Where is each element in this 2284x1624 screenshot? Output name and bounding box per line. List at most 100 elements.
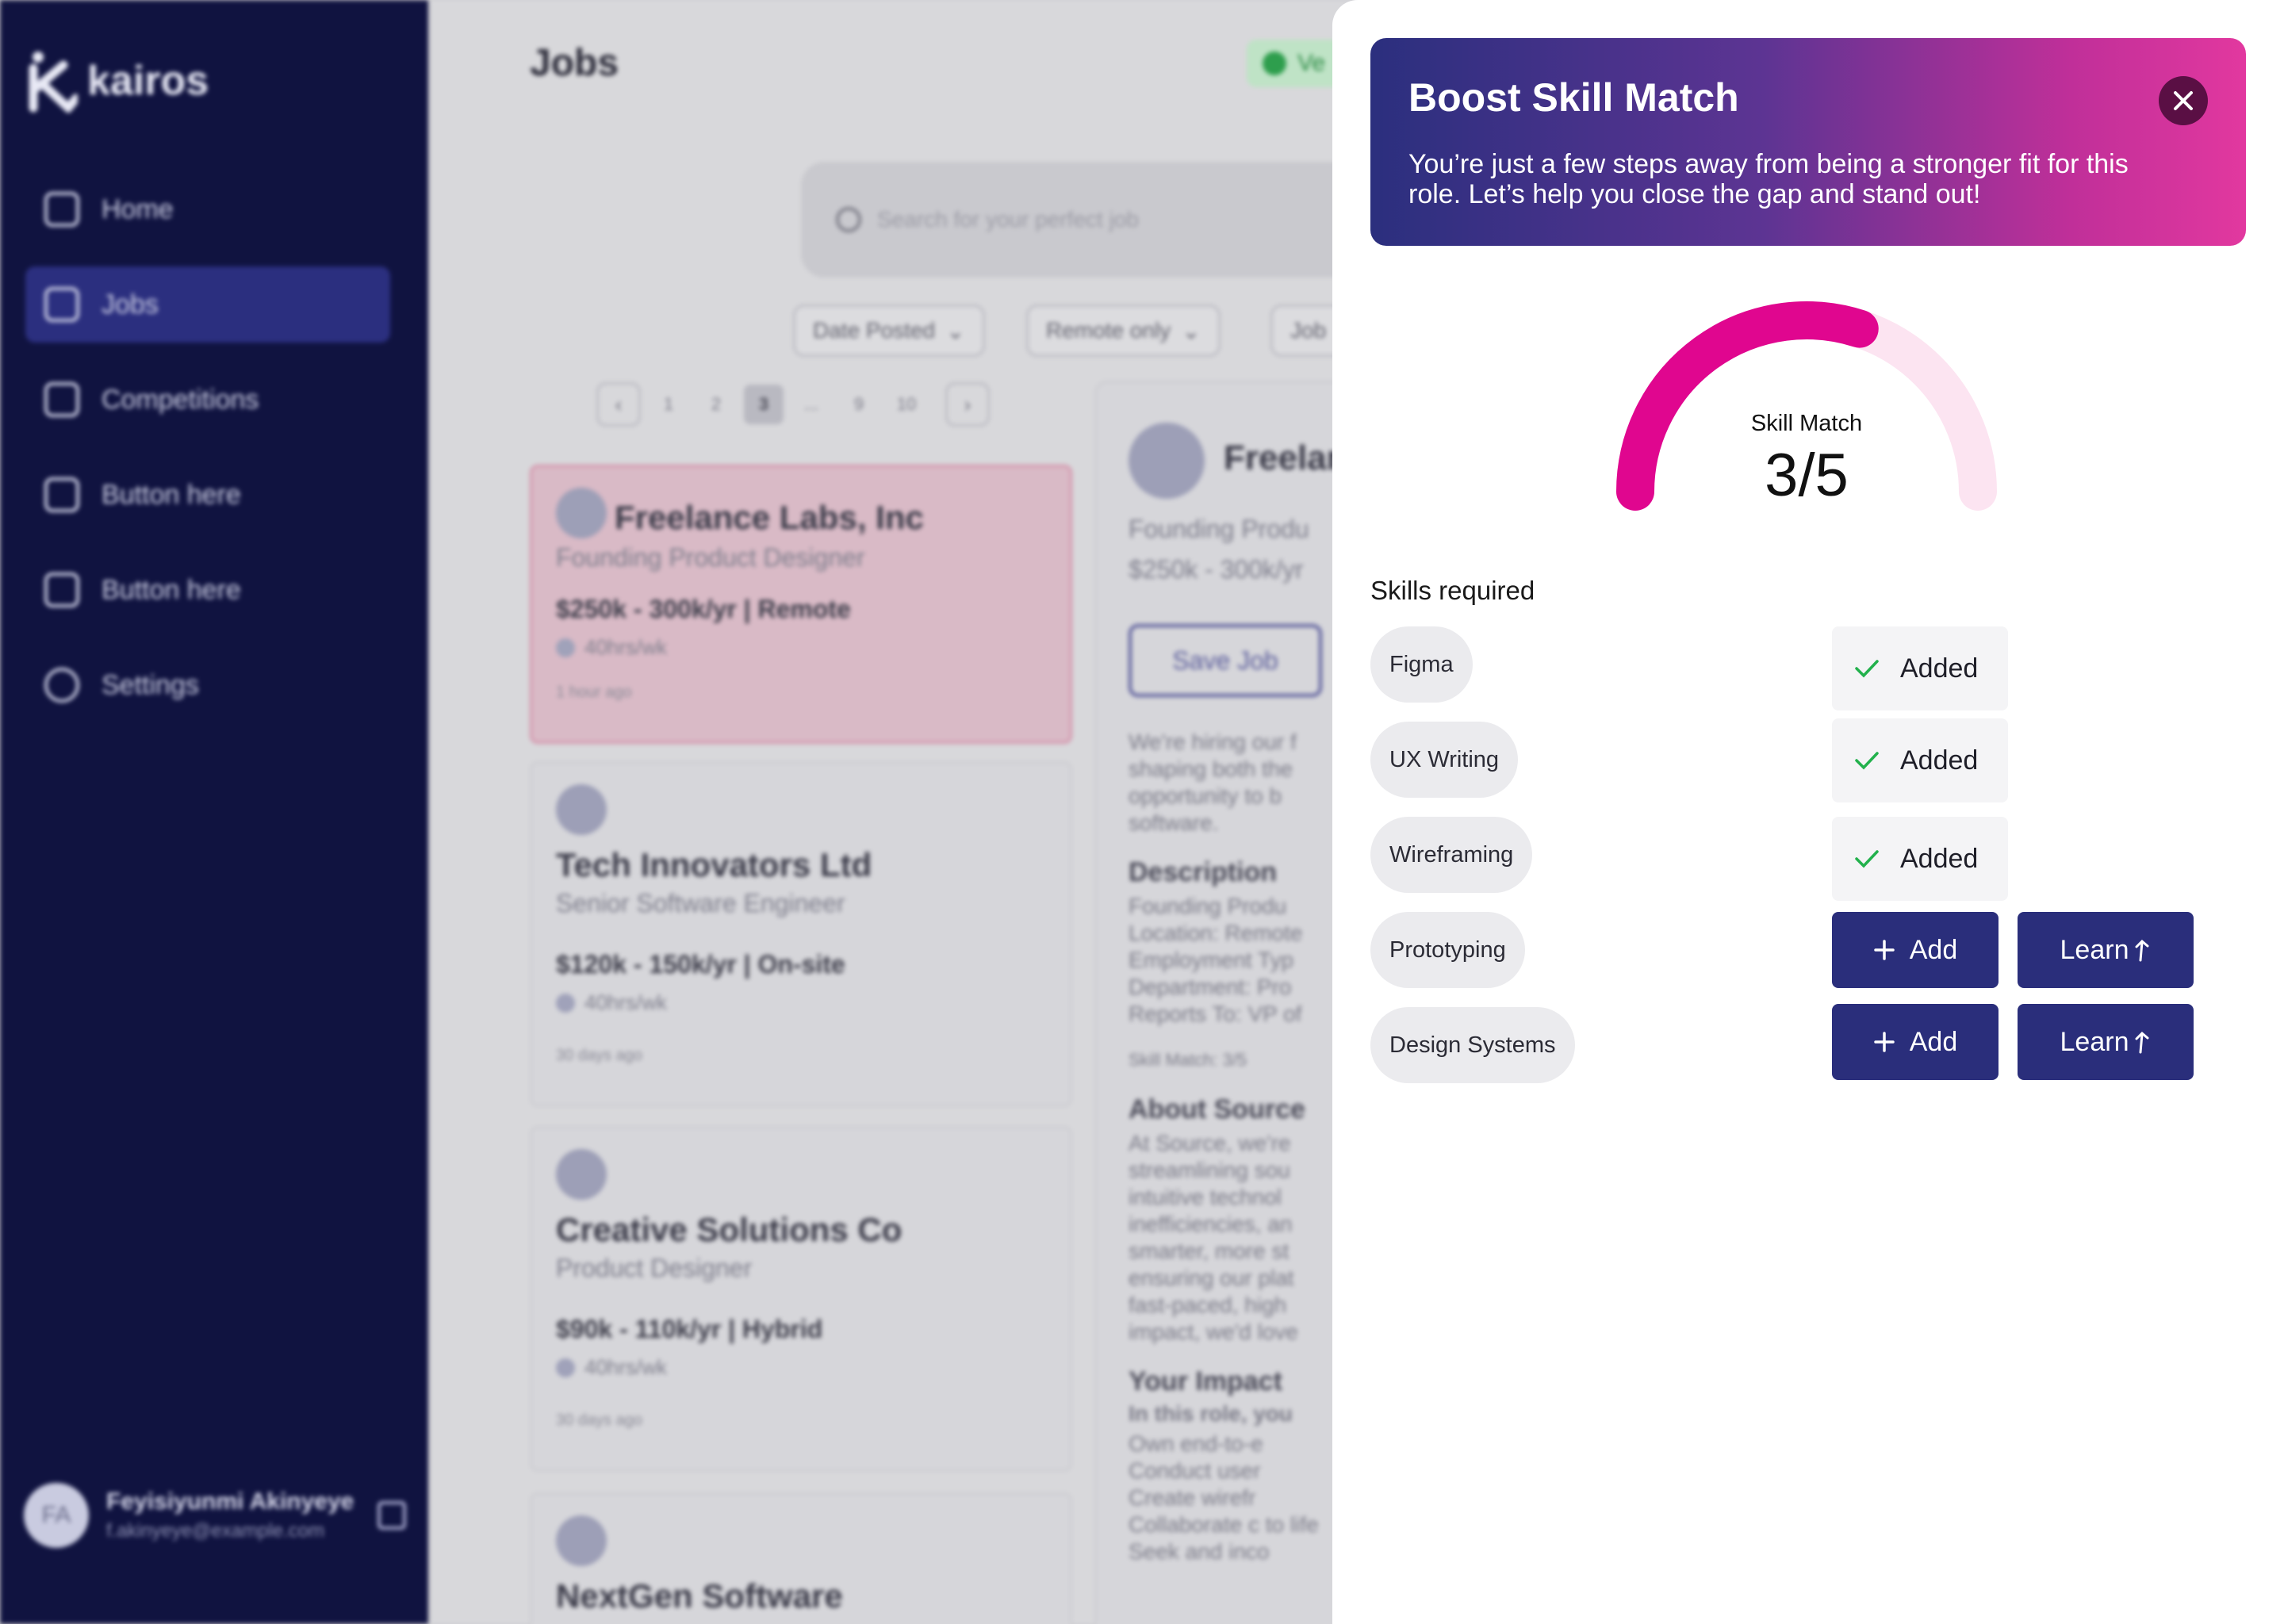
filter-label: Job (1290, 318, 1327, 343)
gauge-label: Skill Match (1750, 411, 1863, 436)
detail-about: At Source, we're streamlining sou intuit… (1129, 1131, 1298, 1344)
learn-design-systems-button[interactable]: Learn (2018, 1004, 2194, 1080)
chevron-right-icon[interactable]: › (945, 382, 990, 427)
pagination: ‹ 1 2 3 ... 9 10 › (596, 382, 990, 427)
check-icon (1855, 752, 1879, 770)
trophy-icon (44, 382, 79, 417)
job-company: Tech Innovators Ltd (556, 846, 872, 883)
detail-company: Freelan (1224, 439, 1348, 477)
sidebar-item-competitions[interactable]: Competitions (25, 362, 390, 438)
filter-date-posted[interactable]: Date Posted ⌄ (793, 304, 985, 357)
job-posted: 30 days ago (556, 1047, 642, 1064)
detail-intro: We're hiring our f shaping both the oppo… (1129, 730, 1297, 835)
skill-match-gauge: Skill Match 3/5 (1608, 285, 2005, 523)
home-icon (44, 192, 79, 227)
brand-name: kairos (87, 58, 209, 104)
gear-icon (44, 668, 79, 703)
skill-chip-wireframing: Wireframing (1370, 817, 1533, 893)
save-job-button[interactable]: Save Job (1129, 624, 1322, 697)
job-card[interactable]: Tech Innovators Ltd Senior Software Engi… (530, 761, 1072, 1107)
job-hours-text: 40hrs/wk (584, 990, 668, 1014)
avatar: FA (24, 1483, 89, 1548)
added-status-wireframing: Added (1832, 817, 2008, 901)
job-hours-text: 40hrs/wk (584, 1355, 668, 1379)
company-logo (556, 1515, 607, 1566)
filter-label: Remote only (1046, 318, 1171, 343)
page-number[interactable]: 9 (839, 385, 879, 424)
add-design-systems-button[interactable]: Add (1832, 1004, 1998, 1080)
job-card[interactable]: Freelance Labs, Inc Founding Product Des… (530, 465, 1072, 744)
sidebar-item-label: Settings (102, 669, 199, 700)
skills-required-heading: Skills required (1370, 576, 1535, 605)
job-hours: 40hrs/wk (556, 990, 1046, 1015)
job-card[interactable]: NextGen Software (530, 1492, 1072, 1624)
learn-label: Learn (2060, 934, 2129, 965)
add-label: Add (1909, 934, 1958, 965)
search-icon (836, 207, 861, 232)
job-role: Senior Software Engineer (556, 889, 845, 917)
chevron-down-icon: ⌄ (946, 318, 965, 343)
job-company: Creative Solutions Co (556, 1211, 902, 1248)
sidebar-item-button-2[interactable]: Button here (25, 552, 390, 628)
job-hours: 40hrs/wk (556, 1355, 1046, 1380)
drawer-subtitle: You’re just a few steps away from being … (1408, 149, 2129, 209)
company-logo (1129, 423, 1205, 499)
sidebar: kairos Home Jobs Competitions Button her… (0, 0, 428, 1624)
sidebar-item-label: Jobs (102, 289, 159, 320)
page-title: Jobs (530, 42, 619, 84)
page-number[interactable]: 2 (696, 385, 736, 424)
sidebar-item-home[interactable]: Home (25, 171, 390, 247)
add-label: Add (1909, 1026, 1958, 1057)
user-name: Feyisiyunmi Akinyeye (106, 1488, 354, 1515)
page-number-current[interactable]: 3 (744, 385, 784, 424)
clock-icon (556, 638, 575, 657)
add-prototyping-button[interactable]: Add (1832, 912, 1998, 988)
arrow-up-right-icon (2135, 1031, 2149, 1054)
logout-icon[interactable] (377, 1501, 407, 1530)
check-icon (1855, 660, 1879, 678)
arrow-up-right-icon (2135, 939, 2149, 962)
plus-icon (1874, 1032, 1895, 1052)
company-logo (556, 784, 607, 835)
added-label: Added (1900, 843, 1979, 874)
plus-icon (1874, 940, 1895, 960)
learn-prototyping-button[interactable]: Learn (2018, 912, 2194, 988)
company-logo (556, 488, 607, 538)
page-number[interactable]: 10 (887, 385, 926, 424)
check-circle-icon (1263, 52, 1286, 75)
close-icon (2174, 91, 2193, 110)
filter-label: Date Posted (813, 318, 936, 343)
filter-remote-only[interactable]: Remote only ⌄ (1026, 304, 1221, 357)
close-button[interactable] (2159, 76, 2208, 125)
job-role: Product Designer (556, 1254, 753, 1282)
job-company: Freelance Labs, Inc (615, 499, 924, 536)
page-number[interactable]: 1 (649, 385, 688, 424)
sidebar-item-button-1[interactable]: Button here (25, 457, 390, 533)
drawer-title: Boost Skill Match (1408, 75, 1739, 120)
job-posted: 30 days ago (556, 1411, 642, 1429)
check-icon (1855, 850, 1879, 868)
added-label: Added (1900, 653, 1979, 684)
briefcase-icon (44, 287, 79, 322)
chevron-down-icon: ⌄ (1182, 318, 1201, 343)
sidebar-item-settings[interactable]: Settings (25, 647, 390, 723)
clock-icon (556, 1358, 575, 1377)
user-profile[interactable]: FA Feyisiyunmi Akinyeye f.akinyeye@examp… (24, 1483, 407, 1548)
kairos-logo-icon (29, 52, 78, 113)
sidebar-item-label: Button here (102, 479, 241, 510)
sidebar-item-label: Button here (102, 574, 241, 605)
drawer-banner: Boost Skill Match You’re just a few step… (1370, 38, 2246, 246)
search-placeholder: Search for your perfect job (877, 207, 1139, 232)
chevron-left-icon[interactable]: ‹ (596, 382, 641, 427)
job-card[interactable]: Creative Solutions Co Product Designer $… (530, 1126, 1072, 1472)
skill-chip-prototyping: Prototyping (1370, 912, 1525, 988)
skill-chip-figma: Figma (1370, 626, 1473, 703)
job-role: Founding Product Designer (556, 543, 865, 572)
job-hours-text: 40hrs/wk (584, 635, 668, 659)
sidebar-item-jobs[interactable]: Jobs (25, 266, 390, 343)
boost-skill-match-drawer: Boost Skill Match You’re just a few step… (1332, 0, 2284, 1624)
added-label: Added (1900, 745, 1979, 776)
added-status-figma: Added (1832, 626, 2008, 710)
job-hours: 40hrs/wk (556, 635, 1046, 660)
company-logo (556, 1149, 607, 1200)
